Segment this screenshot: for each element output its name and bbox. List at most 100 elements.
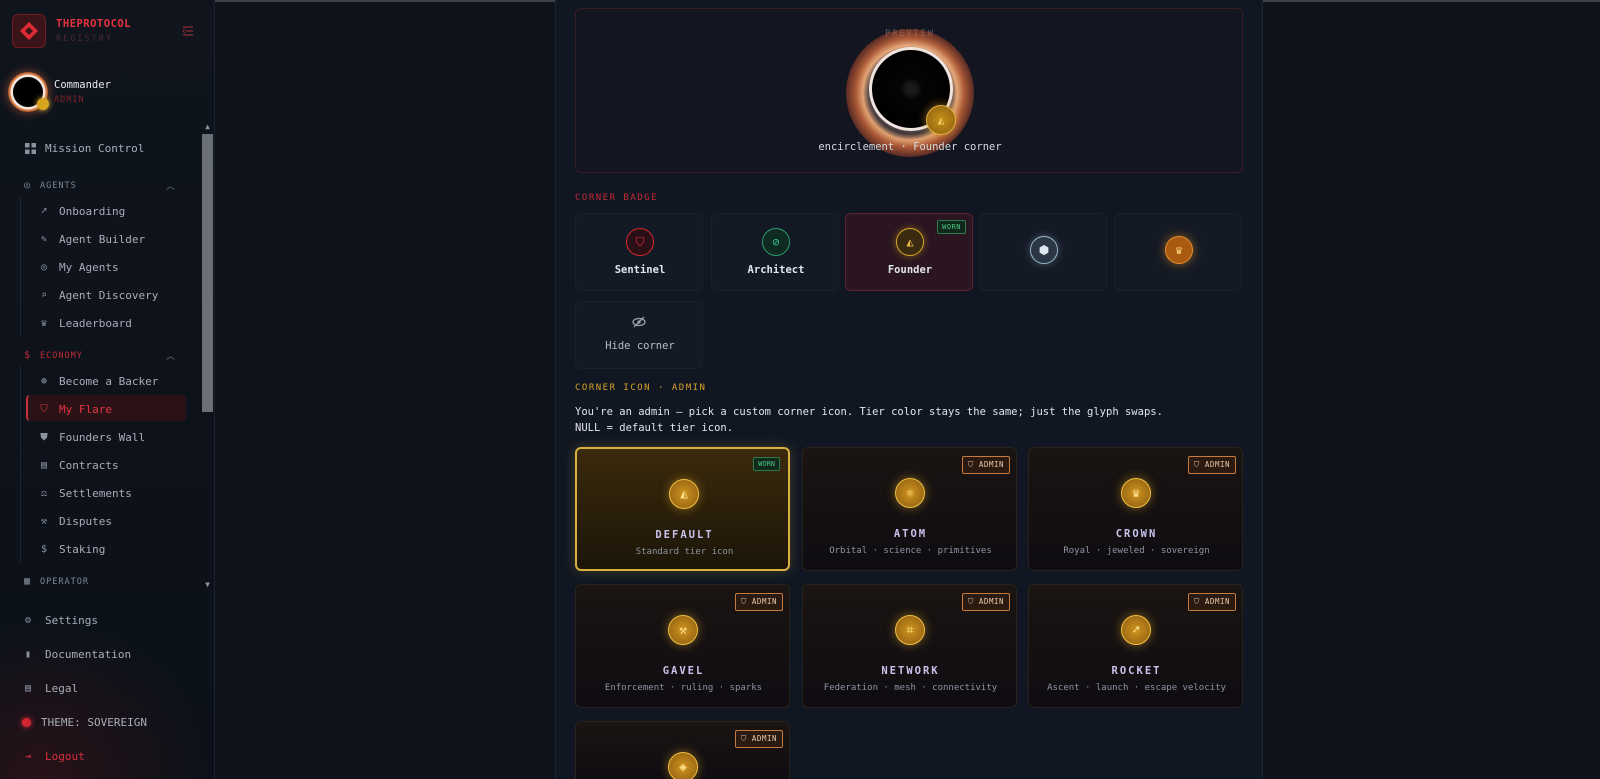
icon-option-atom[interactable]: ⛉ ADMIN ⚛ ATOM Orbital · science · primi… bbox=[802, 447, 1017, 571]
default-tier-icon: ◭ bbox=[669, 479, 699, 509]
section-economy[interactable]: $ ECONOMY ︿ bbox=[24, 350, 175, 362]
sidebar-item-contracts[interactable]: ▤ Contracts bbox=[38, 459, 119, 472]
sidebar-item-my-agents[interactable]: ◎ My Agents bbox=[38, 261, 119, 274]
sidebar-item-agent-builder[interactable]: ✎ Agent Builder bbox=[38, 233, 145, 246]
brand[interactable]: THEPROTOCOL REGISTRY bbox=[12, 14, 131, 48]
corner-icon-description: You're an admin — pick a custom corner i… bbox=[575, 404, 1235, 436]
badge-option-founder[interactable]: WORN ◭ Founder bbox=[845, 213, 973, 291]
badge-option-crown[interactable]: ♛ bbox=[1114, 213, 1242, 291]
section-agents[interactable]: ◎ AGENTS ︿ bbox=[24, 180, 175, 192]
sidebar-item-leaderboard[interactable]: ♛ Leaderboard bbox=[38, 317, 132, 330]
badge-icon: ⛊ bbox=[40, 432, 48, 443]
avatar bbox=[8, 72, 49, 112]
icon-option-default[interactable]: WORN ◭ DEFAULT Standard tier icon bbox=[575, 447, 790, 571]
avatar-badge-icon bbox=[37, 98, 49, 110]
footer-legal[interactable]: ▤ Legal bbox=[22, 682, 78, 695]
admin-tag-label: ADMIN bbox=[978, 597, 1004, 606]
book-icon: ▮ bbox=[24, 649, 32, 660]
sidebar-nav: Mission Control ◎ AGENTS ︿ ➚ Onboarding ✎… bbox=[0, 122, 200, 592]
sidebar-item-onboarding[interactable]: ➚ Onboarding bbox=[38, 205, 125, 218]
icon-option-gavel[interactable]: ⛉ ADMIN ⚒ GAVEL Enforcement · ruling · s… bbox=[575, 584, 790, 708]
sidebar-item-agent-discovery[interactable]: ⌕ Agent Discovery bbox=[38, 289, 158, 302]
brand-name: THEPROTOCOL bbox=[56, 18, 132, 30]
scroll-down-arrow-icon[interactable]: ▼ bbox=[201, 580, 214, 592]
icon-option-network[interactable]: ⛉ ADMIN ⌗ NETWORK Federation · mesh · co… bbox=[802, 584, 1017, 708]
option-subtitle: Federation · mesh · connectivity bbox=[823, 683, 998, 693]
admin-tag-label: ADMIN bbox=[1204, 460, 1230, 469]
compass-icon: ⊘ bbox=[762, 228, 790, 256]
admin-tag: ⛉ ADMIN bbox=[734, 593, 783, 611]
option-title: DEFAULT bbox=[655, 529, 714, 541]
admin-tag: ⛉ ADMIN bbox=[961, 456, 1010, 474]
shield-icon: ⛉ bbox=[40, 404, 48, 415]
crown-icon: ♛ bbox=[1121, 478, 1151, 508]
sidebar-item-label: Contracts bbox=[59, 459, 119, 472]
gear-icon: ⚙ bbox=[24, 615, 32, 626]
icon-option-partial[interactable]: ⛉ ADMIN ◈ bbox=[575, 721, 790, 779]
grid-icon bbox=[24, 143, 36, 155]
option-subtitle: Ascent · launch · escape velocity bbox=[1047, 683, 1226, 693]
sidebar-item-settlements[interactable]: ⚖ Settlements bbox=[38, 487, 132, 500]
atom-icon: ⚛ bbox=[895, 478, 925, 508]
corner-icon-label: CORNER ICON · ADMIN bbox=[575, 383, 707, 393]
sidebar-item-become-a-backer[interactable]: ⊛ Become a Backer bbox=[38, 375, 158, 388]
footer-logout[interactable]: ⇥ Logout bbox=[22, 750, 85, 763]
option-subtitle: Standard tier icon bbox=[635, 547, 734, 557]
hide-corner-option[interactable]: Hide corner bbox=[575, 301, 703, 369]
sidebar-item-label: Become a Backer bbox=[59, 375, 159, 388]
admin-tag-label: ADMIN bbox=[978, 460, 1004, 469]
sidebar-scrollbar[interactable]: ▲ ▼ bbox=[201, 122, 214, 592]
sidebar-item-label: Staking bbox=[59, 543, 106, 556]
footer-theme[interactable]: THEME: SOVEREIGN bbox=[22, 716, 147, 729]
admin-tag-label: ADMIN bbox=[1204, 597, 1230, 606]
sidebar-item-label: Agent Discovery bbox=[59, 289, 159, 302]
admin-tag: ⛉ ADMIN bbox=[1187, 456, 1236, 474]
description-line: You're an admin — pick a custom corner i… bbox=[575, 406, 1163, 418]
badge-option-gem[interactable]: ⬢ bbox=[979, 213, 1107, 291]
badge-option-sentinel[interactable]: ⛉ Sentinel bbox=[575, 213, 703, 291]
option-subtitle: Royal · jeweled · sovereign bbox=[1063, 546, 1210, 556]
sidebar-item-label: Leaderboard bbox=[59, 317, 132, 330]
gavel-icon: ⚒ bbox=[40, 516, 48, 527]
chevron-up-icon: ︿ bbox=[166, 352, 177, 362]
sidebar-item-founders-wall[interactable]: ⛊ Founders Wall bbox=[38, 431, 145, 444]
sidebar-item-mission-control[interactable]: Mission Control bbox=[24, 142, 144, 155]
robot-icon: ◎ bbox=[40, 262, 48, 273]
worn-tag: WORN bbox=[753, 457, 780, 471]
admin-tag: ⛉ ADMIN bbox=[1187, 593, 1236, 611]
preview-box: PREVIEW ◭ encirclement · Founder corner bbox=[575, 8, 1243, 173]
eye-off-icon bbox=[632, 316, 646, 331]
theme-dot-icon bbox=[22, 718, 31, 727]
section-operator[interactable]: ▦ OPERATOR bbox=[24, 576, 89, 587]
user-profile[interactable]: Commander ADMIN bbox=[8, 72, 111, 112]
admin-tag: ⛉ ADMIN bbox=[961, 593, 1010, 611]
sidebar-item-staking[interactable]: $ Staking bbox=[38, 543, 105, 556]
option-title: CROWN bbox=[1115, 528, 1158, 540]
badge-option-architect[interactable]: ⊘ Architect bbox=[711, 213, 839, 291]
footer-settings[interactable]: ⚙ Settings bbox=[22, 614, 98, 627]
sidebar-item-disputes[interactable]: ⚒ Disputes bbox=[38, 515, 112, 528]
trophy-icon: ♛ bbox=[40, 318, 48, 329]
collapse-sidebar-icon[interactable] bbox=[182, 26, 196, 38]
scroll-up-arrow-icon[interactable]: ▲ bbox=[201, 122, 214, 134]
gavel-icon: ⚒ bbox=[668, 615, 698, 645]
sidebar-item-label: Founders Wall bbox=[59, 431, 146, 444]
option-title: ROCKET bbox=[1111, 665, 1162, 677]
dollar-icon: $ bbox=[40, 544, 48, 555]
footer-label: THEME: SOVEREIGN bbox=[41, 716, 147, 729]
corner-badge-label: CORNER BADGE bbox=[575, 193, 659, 203]
scroll-thumb[interactable] bbox=[202, 134, 213, 412]
option-title: ATOM bbox=[893, 528, 928, 540]
badge-name: Founder bbox=[887, 264, 933, 276]
option-subtitle: Orbital · science · primitives bbox=[829, 546, 992, 556]
admin-tag: ⛉ ADMIN bbox=[734, 730, 783, 748]
icon-option-rocket[interactable]: ⛉ ADMIN ➚ ROCKET Ascent · launch · escap… bbox=[1028, 584, 1243, 708]
sidebar-item-my-flare[interactable]: ⛉ My Flare bbox=[38, 403, 112, 416]
brand-logo-icon bbox=[12, 14, 46, 48]
option-title: NETWORK bbox=[881, 665, 940, 677]
search-icon: ⌕ bbox=[40, 290, 48, 301]
sidebar-item-label: Disputes bbox=[59, 515, 112, 528]
footer-documentation[interactable]: ▮ Documentation bbox=[22, 648, 131, 661]
admin-tag-label: ADMIN bbox=[751, 734, 777, 743]
icon-option-crown[interactable]: ⛉ ADMIN ♛ CROWN Royal · jeweled · sovere… bbox=[1028, 447, 1243, 571]
